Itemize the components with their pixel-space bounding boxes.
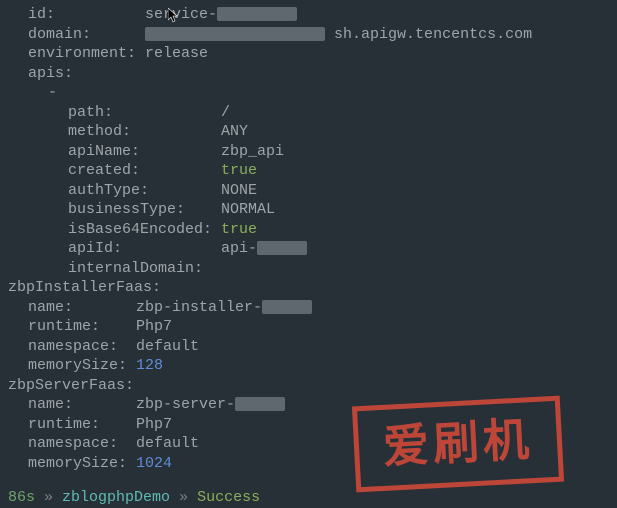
prompt-status: Success [197,489,260,506]
blank-line [8,473,609,488]
internaldomain-line: internalDomain: [8,259,609,279]
apiname-value: zbp_api [221,143,284,160]
domain-key: domain: [28,26,91,43]
authtype-key: authType: [68,182,149,199]
server-name-key: name: [28,396,73,413]
server-name-line: name: zbp-server- [8,395,609,415]
server-memory-line: memorySize: 1024 [8,454,609,474]
environment-line: environment: release [8,44,609,64]
apiid-blur [257,241,307,255]
server-namespace-value: default [136,435,199,452]
isbase64-line: isBase64Encoded: true [8,220,609,240]
method-key: method: [68,123,131,140]
dash-line: - [8,83,609,103]
server-memory-key: memorySize: [28,455,127,472]
prompt-sep-1: » [35,489,62,506]
apiid-line: apiId: api- [8,239,609,259]
prompt-sep-2: » [170,489,197,506]
apiid-value: api- [221,240,257,257]
server-section: zbpServerFaas: [8,376,609,396]
server-runtime-key: runtime: [28,416,100,433]
prompt-time: 86s [8,489,35,506]
server-runtime-line: runtime: Php7 [8,415,609,435]
installer-namespace-value: default [136,338,199,355]
apis-line: apis: [8,64,609,84]
id-value: service- [145,6,217,23]
isbase64-key: isBase64Encoded: [68,221,212,238]
installer-name-line: name: zbp-installer- [8,298,609,318]
server-name-value: zbp-server- [136,396,235,413]
domain-blur [145,27,325,41]
path-value: / [221,104,230,121]
server-name-blur [235,397,285,411]
installer-runtime-key: runtime: [28,318,100,335]
apis-key: apis: [28,65,73,82]
environment-key: environment: [28,45,136,62]
authtype-line: authType: NONE [8,181,609,201]
server-memory-value: 1024 [136,455,172,472]
apiname-key: apiName: [68,143,140,160]
installer-name-value: zbp-installer- [136,299,262,316]
installer-namespace-key: namespace: [28,338,118,355]
installer-name-key: name: [28,299,73,316]
method-value: ANY [221,123,248,140]
installer-memory-value: 128 [136,357,163,374]
authtype-value: NONE [221,182,257,199]
server-namespace-key: namespace: [28,435,118,452]
installer-memory-key: memorySize: [28,357,127,374]
id-key: id: [28,6,55,23]
installer-runtime-line: runtime: Php7 [8,317,609,337]
installer-runtime-value: Php7 [136,318,172,335]
prompt-project: zblogphpDemo [62,489,170,506]
apiname-line: apiName: zbp_api [8,142,609,162]
id-blur [217,7,297,21]
businesstype-line: businessType: NORMAL [8,200,609,220]
installer-memory-line: memorySize: 128 [8,356,609,376]
method-line: method: ANY [8,122,609,142]
installer-namespace-line: namespace: default [8,337,609,357]
environment-value: release [145,45,208,62]
created-line: created: true [8,161,609,181]
server-namespace-line: namespace: default [8,434,609,454]
domain-suffix: sh.apigw.tencentcs.com [334,26,532,43]
apiid-key: apiId: [68,240,122,257]
server-section-key: zbpServerFaas: [8,377,134,394]
created-key: created: [68,162,140,179]
internaldomain-key: internalDomain: [68,260,203,277]
installer-name-blur [262,300,312,314]
id-line: id: service- [8,5,609,25]
isbase64-value: true [221,221,257,238]
businesstype-value: NORMAL [221,201,275,218]
businesstype-key: businessType: [68,201,185,218]
dash: - [48,84,57,101]
path-key: path: [68,104,113,121]
installer-section: zbpInstallerFaas: [8,278,609,298]
installer-section-key: zbpInstallerFaas: [8,279,161,296]
path-line: path: / [8,103,609,123]
domain-line: domain: sh.apigw.tencentcs.com [8,25,609,45]
server-runtime-value: Php7 [136,416,172,433]
created-value: true [221,162,257,179]
